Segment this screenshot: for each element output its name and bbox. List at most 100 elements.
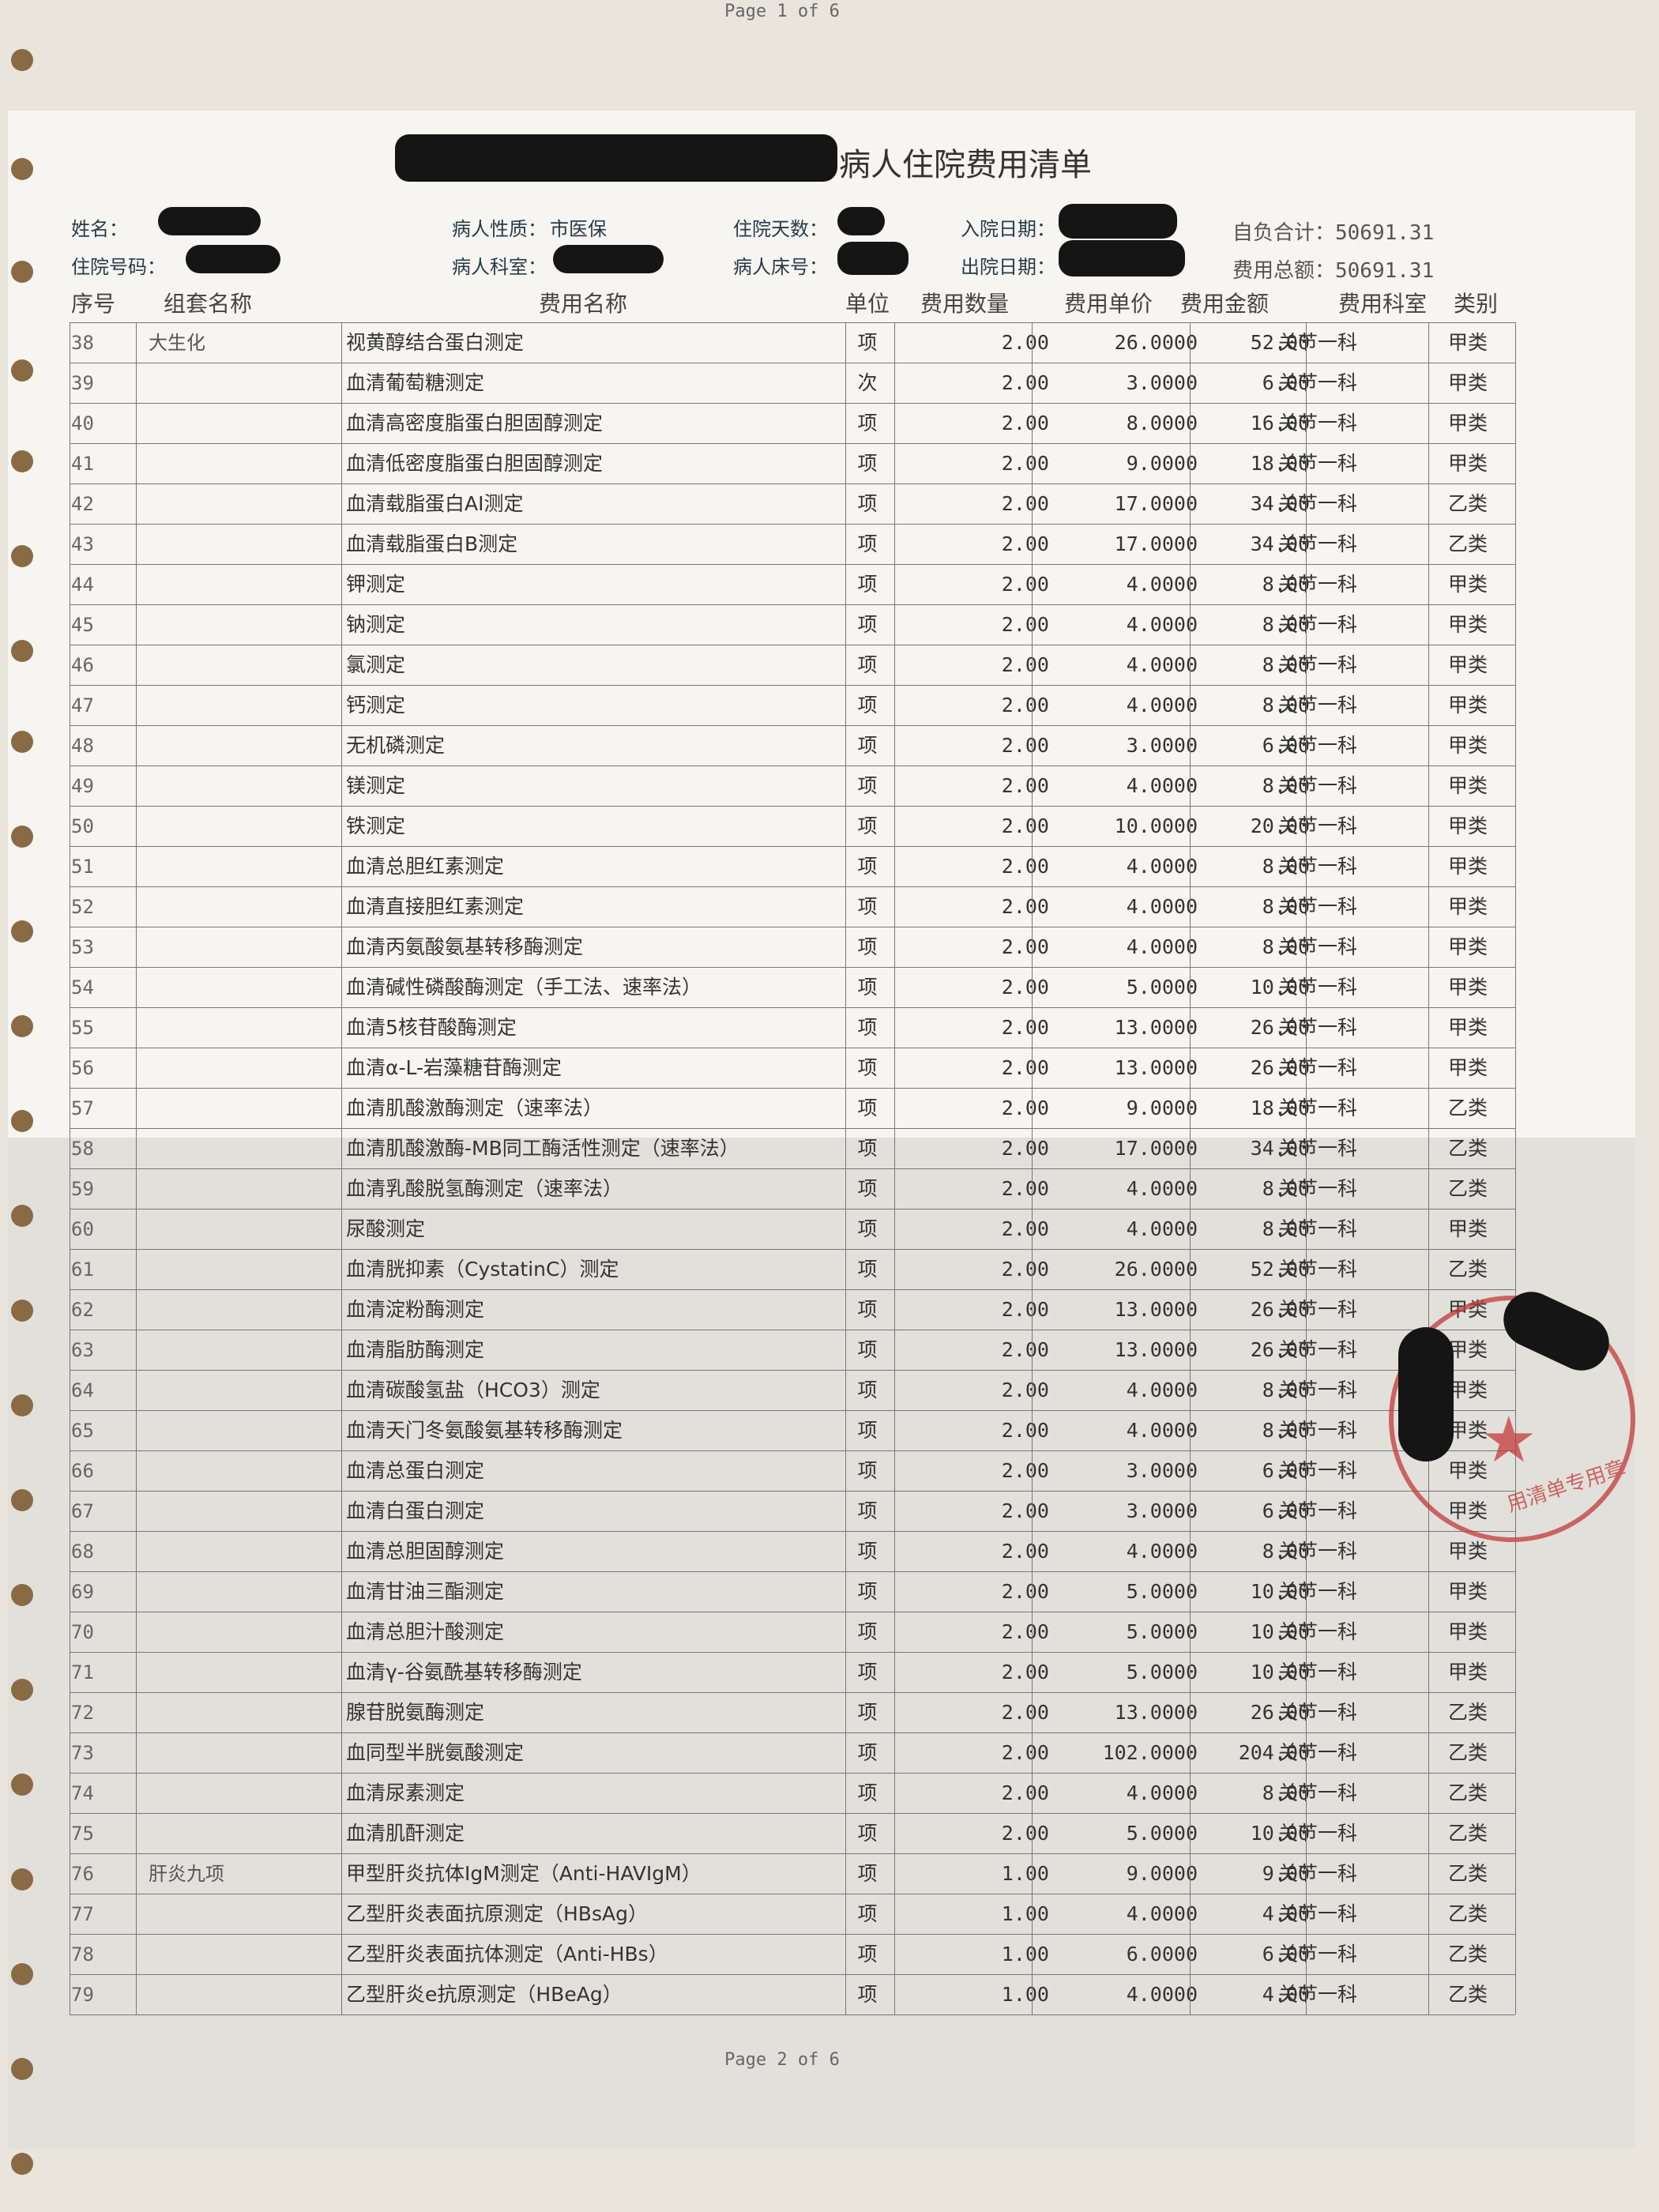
- cell-name: 血清总胆汁酸测定: [346, 1620, 505, 1643]
- cell-unit: 项: [857, 452, 878, 475]
- cell-seq: 76: [71, 1863, 94, 1885]
- cell-dept: 关节一科: [1278, 573, 1358, 596]
- cell-seq: 78: [71, 1943, 94, 1966]
- cell-price: 9.0000: [1126, 1862, 1198, 1885]
- cell-unit: 项: [857, 1097, 878, 1119]
- cell-qty: 1.00: [1001, 1862, 1049, 1885]
- self-pay-total: 自负合计：50691.31: [1232, 221, 1435, 245]
- cell-category: 甲类: [1447, 331, 1488, 354]
- perforation-hole: [11, 640, 33, 662]
- cell-qty: 2.00: [1001, 371, 1049, 394]
- cell-dept: 关节一科: [1278, 371, 1358, 394]
- cell-seq: 47: [71, 694, 94, 717]
- cell-dept: 关节一科: [1278, 976, 1358, 999]
- perforation-hole: [11, 359, 33, 382]
- cell-category: 乙类: [1447, 1741, 1488, 1764]
- perforation-hole: [11, 1774, 33, 1796]
- cell-price: 4.0000: [1126, 895, 1198, 918]
- cell-unit: 项: [857, 976, 878, 999]
- cell-category: 甲类: [1447, 371, 1488, 394]
- cell-group: [149, 1011, 330, 1044]
- cell-seq: 51: [71, 856, 94, 878]
- cell-price: 26.0000: [1114, 1258, 1198, 1281]
- cell-price: 8.0000: [1126, 412, 1198, 434]
- table-row: 57 血清肌酸激酶测定（速率法）项 2.00 9.0000 18.00 关节一科 乙类: [70, 1088, 1515, 1129]
- cell-price: 4.0000: [1126, 774, 1198, 797]
- cell-qty: 2.00: [1001, 1661, 1049, 1683]
- cell-group: [149, 1736, 330, 1770]
- cell-dept: 关节一科: [1278, 1701, 1358, 1724]
- cell-group: 肝炎九项: [149, 1863, 224, 1885]
- cell-name: 血清甘油三酯测定: [346, 1580, 505, 1603]
- cell-category: 甲类: [1447, 573, 1488, 596]
- cell-unit: 项: [857, 935, 878, 958]
- cell-price: 17.0000: [1114, 532, 1198, 555]
- cell-dept: 关节一科: [1278, 653, 1358, 676]
- table-row: 62 血清淀粉酶测定项 2.00 13.0000 26.00 关节一科 甲类: [70, 1289, 1515, 1330]
- cell-category: 甲类: [1447, 653, 1488, 676]
- cell-price: 5.0000: [1126, 1822, 1198, 1845]
- patient-nature-field: 病人性质： 市医保: [452, 218, 607, 240]
- redaction-mark: [837, 207, 885, 235]
- perforation-hole: [11, 2058, 33, 2080]
- table-row: 42 血清载脂蛋白AⅠ测定项 2.00 17.0000 34.00 关节一科 乙类: [70, 483, 1515, 525]
- stay-days-field: 住院天数：: [733, 218, 828, 240]
- cell-name: 血清脂肪酶测定: [346, 1338, 485, 1361]
- table-row: 63 血清脂肪酶测定项 2.00 13.0000 26.00 关节一科 甲类: [70, 1330, 1515, 1371]
- cell-category: 甲类: [1447, 1620, 1488, 1643]
- cell-seq: 41: [71, 453, 94, 475]
- cell-group: [149, 1092, 330, 1125]
- cell-seq: 65: [71, 1420, 94, 1442]
- cell-qty: 2.00: [1001, 1258, 1049, 1281]
- cell-qty: 2.00: [1001, 1298, 1049, 1321]
- cell-dept: 关节一科: [1278, 1862, 1358, 1885]
- cell-dept: 关节一科: [1278, 1943, 1358, 1966]
- cell-name: 血清肌酸激酶-MB同工酶活性测定（速率法）: [346, 1137, 739, 1160]
- cell-price: 4.0000: [1126, 1540, 1198, 1563]
- cell-unit: 项: [857, 1258, 878, 1281]
- cell-price: 4.0000: [1126, 1902, 1198, 1925]
- table-row: 72 腺苷脱氨酶测定项 2.00 13.0000 26.00 关节一科 乙类: [70, 1692, 1515, 1733]
- page-number-bottom: Page 2 of 6: [724, 2050, 840, 2070]
- cell-name: 血清高密度脂蛋白胆固醇测定: [346, 412, 604, 434]
- cell-dept: 关节一科: [1278, 1177, 1358, 1200]
- cell-price: 13.0000: [1114, 1701, 1198, 1724]
- cell-qty: 2.00: [1001, 653, 1049, 676]
- cell-group: [149, 1938, 330, 1971]
- cell-seq: 74: [71, 1782, 94, 1804]
- cell-name: 镁测定: [346, 774, 406, 797]
- cell-qty: 2.00: [1001, 1620, 1049, 1643]
- cell-group: [149, 1051, 330, 1085]
- cell-category: 甲类: [1447, 452, 1488, 475]
- cell-dept: 关节一科: [1278, 331, 1358, 354]
- cell-seq: 67: [71, 1500, 94, 1522]
- cell-qty: 2.00: [1001, 412, 1049, 434]
- cell-seq: 44: [71, 574, 94, 596]
- table-row: 39 血清葡萄糖测定次 2.00 3.0000 6.00 关节一科 甲类: [70, 363, 1515, 404]
- cell-dept: 关节一科: [1278, 1217, 1358, 1240]
- table-row: 73 血同型半胱氨酸测定项 2.00 102.0000 204.00 关节一科 乙类: [70, 1732, 1515, 1774]
- cell-name: 血清白蛋白测定: [346, 1499, 485, 1522]
- perforation-hole: [11, 1963, 33, 1985]
- cell-unit: 项: [857, 1338, 878, 1361]
- cell-unit: 项: [857, 1298, 878, 1321]
- perforation-hole: [11, 158, 33, 180]
- perforation-hole: [11, 826, 33, 848]
- cell-group: [149, 729, 330, 762]
- cell-group: [149, 1817, 330, 1850]
- redaction-mark: [1059, 204, 1177, 239]
- cell-name: 血清总胆固醇测定: [346, 1540, 505, 1563]
- redaction-mark: [158, 207, 261, 235]
- cell-qty: 2.00: [1001, 1056, 1049, 1079]
- seal-star: ★: [1480, 1403, 1537, 1477]
- cell-unit: 项: [857, 331, 878, 354]
- cell-name: 血清天门冬氨酸氨基转移酶测定: [346, 1419, 623, 1442]
- cell-unit: 项: [857, 895, 878, 918]
- table-row: 67 血清白蛋白测定项 2.00 3.0000 6.00 关节一科 甲类: [70, 1491, 1515, 1532]
- cell-seq: 40: [71, 412, 94, 434]
- table-row: 75 血清肌酐测定项 2.00 5.0000 10.00 关节一科 乙类: [70, 1813, 1515, 1854]
- perforation-hole: [11, 2153, 33, 2175]
- cell-name: 血清γ-谷氨酰基转移酶测定: [346, 1661, 582, 1683]
- cell-dept: 关节一科: [1278, 1097, 1358, 1119]
- perforation-strip: [0, 0, 47, 2212]
